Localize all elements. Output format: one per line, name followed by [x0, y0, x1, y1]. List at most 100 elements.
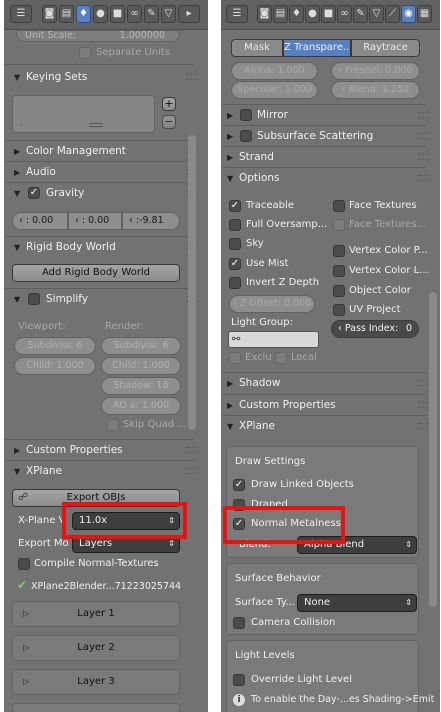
surface-type-dropdown[interactable]: None ⇕ [297, 594, 417, 612]
simplify-checkbox[interactable] [28, 293, 40, 305]
constraints-icon[interactable]: ∞ [127, 5, 142, 23]
full-oversampling-checkbox[interactable] [229, 219, 241, 231]
decrement-icon[interactable]: ‹ [233, 298, 240, 309]
keying-sets-list[interactable]: ◦ [12, 95, 155, 133]
layer-4-row[interactable] [12, 703, 180, 712]
skip-quad-checkbox[interactable] [107, 419, 119, 431]
keying-sets-header[interactable]: ▼ Keying Sets [14, 67, 87, 87]
render-icon[interactable]: ◙ [42, 5, 57, 23]
list-resize-icon[interactable] [89, 123, 103, 127]
editor-type-icon[interactable]: ☰ [10, 5, 32, 23]
xplane-header[interactable]: ▼ XPlane [227, 416, 275, 436]
gravity-header[interactable]: ▼ [14, 183, 26, 203]
xplane-header[interactable]: ▼ XPlane [14, 461, 62, 481]
use-mist-checkbox[interactable]: ✓ [229, 258, 241, 270]
viewport-child-field[interactable]: Child: 1.000 [14, 357, 96, 375]
subsurface-checkbox[interactable] [240, 130, 252, 142]
render-child-field[interactable]: Child: 1.000 [101, 357, 181, 375]
z-offset-field[interactable]: ‹ Z Offset: 0.000 [229, 295, 315, 313]
layer-3-row[interactable]: ▷ Layer 3 [12, 669, 180, 695]
ao-field[interactable]: AO a: 1.000 [101, 397, 181, 415]
override-light-checkbox[interactable] [233, 674, 245, 686]
color-management-header[interactable]: ▶ Color Management [14, 141, 126, 161]
separate-units-checkbox[interactable] [79, 47, 91, 59]
specular-field[interactable]: Specular: 1.000 [231, 81, 318, 99]
audio-header[interactable]: ▶ Audio [14, 162, 56, 182]
drag-grip-icon[interactable] [418, 133, 430, 139]
decrement-icon[interactable]: ‹ [129, 215, 133, 226]
more-icon[interactable]: ▸ [178, 5, 200, 23]
data-icon[interactable]: ▽ [369, 5, 384, 23]
material-icon[interactable]: ◉ [401, 5, 416, 23]
layer-1-row[interactable]: ▷ Layer 1 [12, 601, 180, 627]
shadow-samples-field[interactable]: Shadow: 16 [101, 377, 181, 395]
drag-grip-icon[interactable] [186, 447, 198, 453]
gravity-checkbox[interactable]: ✓ [28, 187, 40, 199]
modifiers-icon[interactable]: ✎ [353, 5, 368, 23]
drag-grip-icon[interactable] [418, 154, 430, 160]
render-subdivision-field[interactable]: Subdivisi: 6 [101, 337, 181, 355]
tab-raytrace[interactable]: Raytrace [351, 39, 420, 57]
subsurface-header[interactable]: ▶ [227, 126, 239, 146]
camera-collision-checkbox[interactable] [233, 617, 245, 629]
scene-icon[interactable]: ♦ [289, 5, 304, 23]
viewport-subdivision-field[interactable]: Subdivisi: 6 [14, 337, 96, 355]
rigid-body-world-header[interactable]: ▼ Rigid Body World [14, 237, 116, 257]
traceable-checkbox[interactable]: ✓ [229, 200, 241, 212]
render-icon[interactable]: ◙ [257, 5, 272, 23]
texture-icon[interactable]: ▦ [417, 5, 432, 23]
decrement-icon[interactable]: ‹ [342, 84, 349, 95]
face-textures-alpha-checkbox[interactable] [333, 219, 345, 231]
face-textures-checkbox[interactable] [333, 200, 345, 212]
sky-checkbox[interactable] [229, 238, 241, 250]
fresnel-field[interactable]: ‹ Fresnel: 0.000 [331, 62, 420, 80]
scene-icon[interactable]: ♦ [76, 5, 91, 23]
blend-field[interactable]: ‹ Blend: 1.250 [331, 81, 420, 99]
data-icon[interactable]: ▽ [161, 5, 176, 23]
modifiers-icon[interactable]: ✎ [144, 5, 159, 23]
remove-icon[interactable]: − [162, 115, 176, 129]
drag-grip-icon[interactable] [418, 175, 430, 181]
gravity-x-field[interactable]: ‹ : 0.00 [12, 212, 68, 230]
options-header[interactable]: ▼ Options [227, 168, 280, 188]
decrement-icon[interactable]: ‹ [19, 215, 23, 226]
draw-linked-checkbox[interactable]: ✓ [233, 479, 245, 491]
custom-properties-header[interactable]: ▶ Custom Properties [14, 440, 123, 460]
exclusive-checkbox[interactable] [229, 352, 241, 364]
pass-index-field[interactable]: ‹ Pass Index: 0 [331, 320, 419, 338]
compile-normal-textures-checkbox[interactable] [18, 558, 30, 570]
add-icon[interactable]: + [162, 97, 176, 111]
custom-properties-header[interactable]: ▶ Custom Properties [227, 395, 336, 415]
render-layers-icon[interactable]: ▤ [59, 5, 74, 23]
bone-icon[interactable]: ⟋ [385, 5, 400, 23]
unit-scale-field[interactable]: Unit Scale: 1.000000 [16, 30, 180, 42]
layer-2-row[interactable]: ▷ Layer 2 [12, 635, 180, 661]
object-icon[interactable]: ■ [321, 5, 336, 23]
decrement-icon[interactable]: ‹ [75, 215, 79, 226]
simplify-header[interactable]: ▼ [14, 289, 26, 309]
vertex-color-light-checkbox[interactable] [333, 265, 345, 277]
world-icon[interactable]: ● [93, 5, 108, 23]
drag-grip-icon[interactable] [418, 112, 430, 118]
mirror-checkbox[interactable] [240, 109, 252, 121]
shadow-header[interactable]: ▶ Shadow [227, 373, 280, 393]
scrollbar[interactable] [188, 135, 196, 430]
drag-grip-icon[interactable] [186, 74, 198, 80]
scrollbar[interactable] [429, 292, 437, 607]
constraints-icon[interactable]: ∞ [337, 5, 352, 23]
uv-project-checkbox[interactable] [333, 304, 345, 316]
object-color-checkbox[interactable] [333, 285, 345, 297]
drag-grip-icon[interactable] [186, 468, 198, 474]
strand-header[interactable]: ▶ Strand [227, 147, 274, 167]
decrement-icon[interactable]: ‹ [338, 323, 345, 334]
object-icon[interactable]: ■ [110, 5, 125, 23]
alpha-field[interactable]: Alpha: 1.000 [231, 62, 318, 80]
editor-type-icon[interactable]: ☰ [226, 5, 248, 23]
invert-z-checkbox[interactable] [229, 277, 241, 289]
gravity-y-field[interactable]: ‹ : 0.00 [68, 212, 122, 230]
world-icon[interactable]: ● [305, 5, 320, 23]
tab-z-transparency[interactable]: Z Transpare... [283, 39, 351, 57]
light-group-field[interactable]: ⚯ [228, 331, 319, 348]
render-layers-icon[interactable]: ▤ [273, 5, 288, 23]
add-rigid-body-world-button[interactable]: Add Rigid Body World [12, 264, 180, 282]
